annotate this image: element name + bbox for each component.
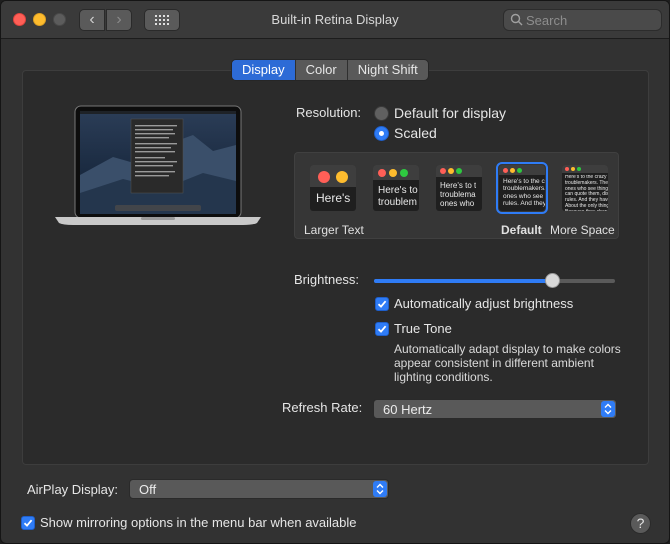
macbook-illustration (55, 105, 261, 225)
slider-knob[interactable] (545, 273, 561, 288)
tab-display[interactable]: Display (232, 60, 295, 80)
system-preferences-window: ‹ › Built-in Retina Display Display Colo… (0, 0, 670, 544)
tab-color[interactable]: Color (294, 60, 347, 80)
radio-button[interactable] (374, 105, 389, 121)
scale-option-default[interactable]: Here's to the c troublemakers. ones who … (496, 162, 548, 214)
slider-fill (374, 279, 553, 283)
preview-text: Here's to t troublema ones who (440, 181, 477, 209)
checkbox-label: Automatically adjust brightness (394, 296, 574, 311)
mirroring-checkbox[interactable]: Show mirroring options in the menu bar w… (21, 515, 357, 530)
scale-option-3[interactable]: Here's to t troublema ones who (436, 165, 482, 211)
preview-text: Here's to the c troublemakers. ones who … (503, 178, 545, 208)
preview-text: Here's to the crazy one troublemakers. T… (565, 175, 608, 211)
radio-button[interactable] (374, 125, 389, 141)
radio-scaled[interactable]: Scaled (374, 125, 437, 141)
checkbox-label: Show mirroring options in the menu bar w… (40, 515, 357, 530)
resolution-label: Resolution: (296, 105, 362, 120)
airplay-select[interactable]: Off (129, 479, 389, 499)
updown-chevron-icon (601, 401, 615, 417)
scaled-resolution-picker: Here's Here's to troublem Here's to t tr… (294, 152, 619, 239)
tab-night-shift[interactable]: Night Shift (346, 60, 428, 80)
refresh-rate-select[interactable]: 60 Hertz (373, 399, 617, 419)
scale-option-2[interactable]: Here's to troublem (373, 165, 419, 211)
checkbox-label: True Tone (394, 321, 452, 336)
help-button[interactable]: ? (630, 513, 651, 534)
updown-chevron-icon (373, 481, 387, 497)
checkmark-icon (377, 300, 387, 308)
checkmark-icon (23, 519, 33, 527)
scale-option-larger-text[interactable]: Here's (310, 165, 356, 211)
brightness-label: Brightness: (294, 272, 360, 287)
brightness-slider[interactable] (374, 273, 615, 288)
preview-text: Here's to troublem (378, 185, 418, 208)
checkmark-icon (377, 325, 387, 333)
checkbox[interactable] (375, 296, 389, 311)
radio-label: Scaled (394, 125, 437, 141)
true-tone-description: Automatically adapt display to make colo… (394, 342, 621, 384)
radio-default-for-display[interactable]: Default for display (374, 105, 506, 121)
search-field[interactable] (503, 9, 662, 31)
radio-label: Default for display (394, 105, 507, 121)
checkbox[interactable] (375, 321, 389, 336)
tab-bar: Display Color Night Shift (231, 59, 429, 81)
refresh-rate-label: Refresh Rate: (282, 400, 363, 415)
auto-brightness-checkbox[interactable]: Automatically adjust brightness (375, 296, 573, 311)
search-input[interactable] (526, 12, 656, 28)
airplay-label: AirPlay Display: (27, 482, 119, 497)
magnifier-icon (510, 13, 523, 26)
true-tone-checkbox[interactable]: True Tone (375, 321, 452, 336)
scale-option-more-space[interactable]: Here's to the crazy one troublemakers. T… (562, 165, 608, 211)
titlebar: ‹ › Built-in Retina Display (1, 1, 669, 39)
checkbox[interactable] (21, 515, 35, 530)
more-space-label: More Space (550, 223, 615, 237)
preview-text: Here's (316, 192, 351, 205)
default-label: Default (501, 223, 542, 237)
select-value: 60 Hertz (383, 402, 433, 417)
select-value: Off (139, 482, 157, 497)
larger-text-label: Larger Text (304, 223, 364, 237)
